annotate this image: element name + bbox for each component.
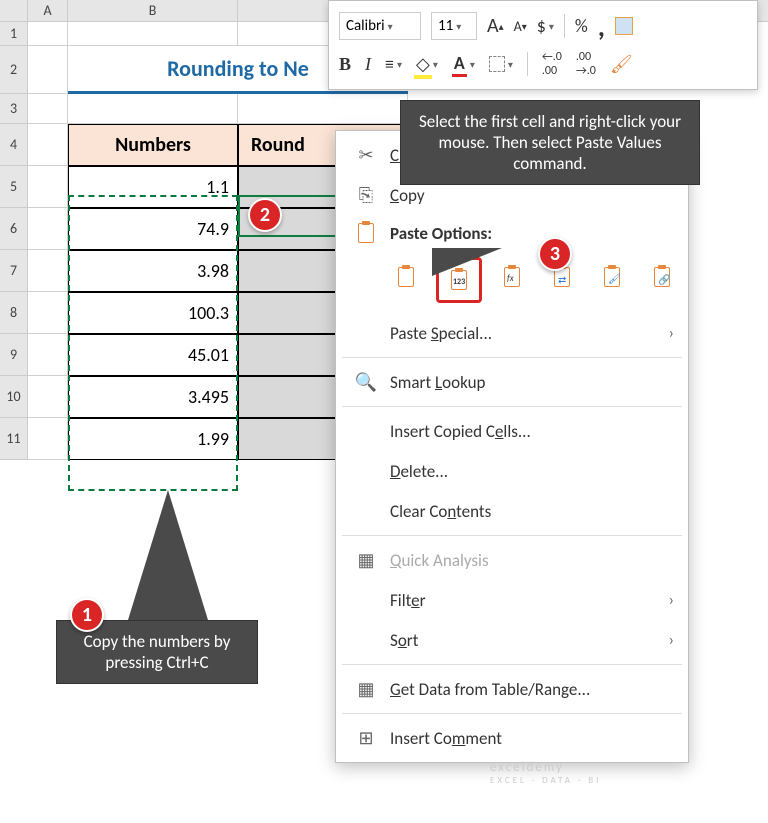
callout-2-arrow xyxy=(432,248,502,276)
fill-color-button[interactable]: ◇ xyxy=(416,50,438,78)
format-painter-button[interactable]: 🖌 xyxy=(610,50,633,78)
callout-2: Select the first cell and right-click yo… xyxy=(400,100,700,185)
row-header-9[interactable]: 9 xyxy=(0,334,28,376)
font-size-dropdown[interactable]: 11 xyxy=(431,12,477,40)
table-icon: ▦ xyxy=(352,678,380,700)
paste-link-button[interactable]: 🔗 xyxy=(642,257,682,297)
cell-B7[interactable]: 3.98 xyxy=(68,250,238,292)
context-menu: ✂ Cut ⎘ Copy Paste Options: 123 fx ⇄ 🖌 🔗… xyxy=(335,130,689,763)
row-header-11[interactable]: 11 xyxy=(0,418,28,460)
row-header-5[interactable]: 5 xyxy=(0,166,28,208)
row-header-10[interactable]: 10 xyxy=(0,376,28,418)
row-header-7[interactable]: 7 xyxy=(0,250,28,292)
menu-smart-lookup[interactable]: 🔍 Smart Lookup xyxy=(336,362,688,402)
magnifier-icon: 🔍 xyxy=(352,371,380,393)
watermark: exceldemy EXCEL · DATA · BI xyxy=(490,760,601,786)
cell-B5[interactable]: 1.1 xyxy=(68,166,238,208)
accounting-format-button[interactable]: $ xyxy=(537,12,554,40)
menu-filter[interactable]: Filter › xyxy=(336,580,688,620)
cell-styles-button[interactable] xyxy=(615,12,633,40)
clipboard-icon xyxy=(352,223,380,243)
badge-3: 3 xyxy=(538,237,572,271)
menu-quick-analysis: ▦ Quick Analysis xyxy=(336,540,688,580)
cell-B9[interactable]: 45.01 xyxy=(68,334,238,376)
font-color-button[interactable]: A xyxy=(452,50,475,78)
align-button[interactable]: ≡ xyxy=(385,50,402,78)
row-header-2[interactable]: 2 xyxy=(0,46,28,94)
increase-decimal-button[interactable]: ←.0.00 xyxy=(542,50,562,78)
badge-2: 2 xyxy=(248,198,282,232)
menu-delete[interactable]: Delete... xyxy=(336,451,688,491)
menu-insert-copied[interactable]: Insert Copied Cells... xyxy=(336,411,688,451)
font-name-dropdown[interactable]: Calibri xyxy=(339,12,421,40)
menu-sort[interactable]: Sort › xyxy=(336,620,688,660)
chevron-right-icon: › xyxy=(669,631,674,650)
decrease-decimal-button[interactable]: .00→.0 xyxy=(576,50,596,78)
row-header-3[interactable]: 3 xyxy=(0,94,28,124)
menu-paste-options-label: Paste Options: xyxy=(336,215,688,251)
cell-B8[interactable]: 100.3 xyxy=(68,292,238,334)
comment-icon: ⊞ xyxy=(352,727,380,749)
increase-font-button[interactable]: A▴ xyxy=(487,12,504,40)
decrease-font-button[interactable]: A▾ xyxy=(514,12,527,40)
paste-default-button[interactable] xyxy=(386,257,426,297)
italic-button[interactable]: I xyxy=(365,50,371,78)
row-header-4[interactable]: 4 xyxy=(0,124,28,166)
col-header-A[interactable]: A xyxy=(28,0,68,21)
row-headers: 1 2 3 4 5 6 7 8 9 10 11 xyxy=(0,22,28,460)
menu-get-data[interactable]: ▦ Get Data from Table/Range... xyxy=(336,669,688,709)
cell-B6[interactable]: 74.9 xyxy=(68,208,238,250)
mini-toolbar: Calibri 11 A▴ A▾ $ % , B I ≡ ◇ A ←.0.00 … xyxy=(328,0,758,90)
copy-icon: ⎘ xyxy=(352,184,380,206)
cell-B11[interactable]: 1.99 xyxy=(68,418,238,460)
scissors-icon: ✂ xyxy=(352,144,380,166)
cell-B10[interactable]: 3.495 xyxy=(68,376,238,418)
borders-button[interactable] xyxy=(489,50,513,78)
chevron-right-icon: › xyxy=(669,324,674,343)
badge-1: 1 xyxy=(70,598,104,632)
menu-insert-comment[interactable]: ⊞ Insert Comment xyxy=(336,718,688,758)
callout-1-arrow xyxy=(128,490,208,620)
menu-paste-special[interactable]: Paste Special... › xyxy=(336,313,688,353)
bold-button[interactable]: B xyxy=(339,50,351,78)
paste-formatting-button[interactable]: 🖌 xyxy=(592,257,632,297)
row-header-6[interactable]: 6 xyxy=(0,208,28,250)
menu-clear-contents[interactable]: Clear Contents xyxy=(336,491,688,531)
quick-analysis-icon: ▦ xyxy=(352,549,380,571)
header-numbers[interactable]: Numbers xyxy=(68,124,238,166)
row-header-8[interactable]: 8 xyxy=(0,292,28,334)
comma-format-button[interactable]: , xyxy=(598,12,605,40)
paste-options-row: 123 fx ⇄ 🖌 🔗 xyxy=(336,251,688,313)
chevron-right-icon: › xyxy=(669,591,674,610)
row-header-1[interactable]: 1 xyxy=(0,22,28,46)
col-header-B[interactable]: B xyxy=(68,0,238,21)
select-all-corner[interactable] xyxy=(0,0,28,21)
percent-format-button[interactable]: % xyxy=(575,12,588,40)
